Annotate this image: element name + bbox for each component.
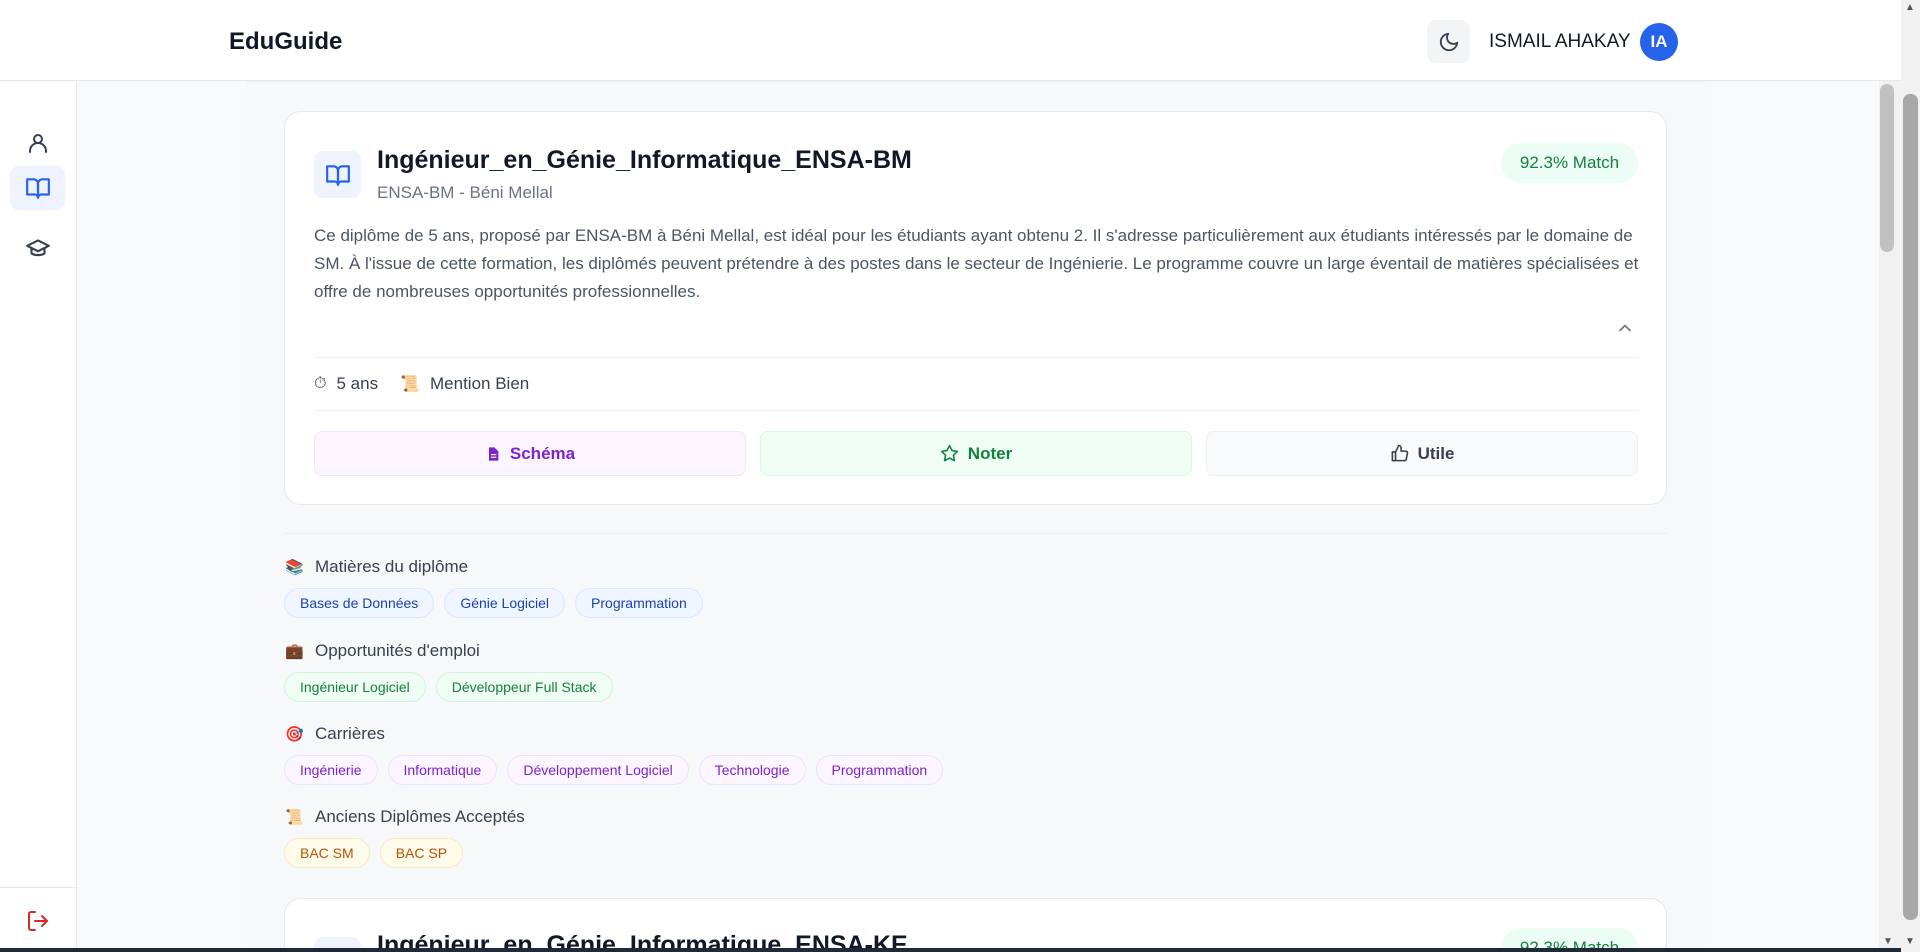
books-icon: 📚 xyxy=(285,559,304,576)
accepted-diploma-tag: BAC SM xyxy=(284,838,370,868)
target-icon: 🎯 xyxy=(285,726,304,743)
match-badge: 92.3% Match xyxy=(1501,143,1638,183)
panel-divider xyxy=(246,81,1705,82)
diploma-card: Ingénieur_en_Génie_Informatique_ENSA-BM … xyxy=(284,111,1667,505)
briefcase-icon: 💼 xyxy=(285,643,304,660)
diploma-school: ENSA-BM - Béni Mellal xyxy=(377,183,553,202)
scroll-down-arrow-icon[interactable]: ▼ xyxy=(1883,936,1893,947)
section-title-accepted-diplomas: 📜 Anciens Diplômes Acceptés xyxy=(285,807,525,826)
moon-icon xyxy=(1439,32,1458,51)
diploma-description: Ce diplôme de 5 ans, proposé par ENSA-BM… xyxy=(314,226,1639,301)
job-tag: Ingénieur Logiciel xyxy=(284,672,426,702)
avatar[interactable]: IA xyxy=(1640,23,1678,61)
file-icon xyxy=(488,446,499,461)
schema-label: Schéma xyxy=(509,443,576,463)
diploma-title: Ingénieur_en_Génie_Informatique_ENSA-BM xyxy=(377,146,912,174)
scroll-icon: 📜 xyxy=(400,376,420,393)
sidebar-item-education[interactable] xyxy=(10,226,65,270)
job-tag: Développeur Full Stack xyxy=(435,672,613,702)
page-scrollbar-thumb[interactable] xyxy=(1903,94,1918,920)
useful-button[interactable]: Utile xyxy=(1206,431,1638,476)
subject-tag: Programmation xyxy=(575,588,703,618)
content-scrollbar-thumb[interactable] xyxy=(1880,84,1894,252)
thumbs-up-icon xyxy=(1391,444,1408,462)
app-brand[interactable]: EduGuide xyxy=(229,28,342,56)
logout-icon xyxy=(27,911,48,931)
user-icon xyxy=(28,134,47,153)
chevron-up-icon xyxy=(1619,324,1631,332)
job-tags: Ingénieur Logiciel Développeur Full Stac… xyxy=(284,672,613,702)
career-tag: Ingénierie xyxy=(284,755,378,785)
diploma-meta: ⏱ 5 ans 📜 Mention Bien xyxy=(314,374,551,394)
diploma-card-next: Ingénieur_en_Génie_Informatique_ENSA-KE … xyxy=(284,898,1667,952)
divider xyxy=(314,410,1639,411)
book-open-icon xyxy=(25,178,50,199)
rate-button[interactable]: Noter xyxy=(760,431,1192,476)
subject-tag: Bases de Données xyxy=(284,588,435,618)
career-tag: Informatique xyxy=(387,755,498,785)
user-name[interactable]: ISMAIL AHAKAY xyxy=(1489,31,1631,53)
rate-label: Noter xyxy=(967,443,1013,463)
sidebar-divider xyxy=(0,887,77,888)
career-tag: Technologie xyxy=(698,755,806,785)
divider xyxy=(314,357,1639,358)
top-bar: EduGuide ISMAIL AHAKAY IA xyxy=(0,0,1901,81)
window-bottom-edge xyxy=(0,948,1901,952)
scroll-icon: 📜 xyxy=(285,809,304,826)
accepted-diploma-tag: BAC SP xyxy=(379,838,464,868)
sidebar-item-profile[interactable] xyxy=(10,121,65,165)
graduation-cap-icon xyxy=(25,239,50,257)
useful-label: Utile xyxy=(1417,443,1455,463)
section-title-careers: 🎯 Carrières xyxy=(285,724,385,743)
section-title-jobs: 💼 Opportunités d'emploi xyxy=(285,641,480,660)
book-open-icon xyxy=(325,164,350,186)
accepted-diploma-tags: BAC SM BAC SP xyxy=(284,838,464,868)
career-tag: Développement Logiciel xyxy=(507,755,689,785)
schema-button[interactable]: Schéma xyxy=(314,431,746,476)
scroll-up-arrow-icon[interactable]: ▲ xyxy=(1905,2,1915,13)
career-tag: Programmation xyxy=(815,755,944,785)
stopwatch-icon: ⏱ xyxy=(314,375,327,392)
diploma-icon-box xyxy=(314,151,361,198)
subject-tag: Génie Logiciel xyxy=(444,588,566,618)
duration: 5 ans xyxy=(336,374,379,393)
collapse-button[interactable] xyxy=(1615,318,1635,338)
logout-button[interactable] xyxy=(10,899,65,943)
star-icon xyxy=(940,444,959,462)
sidebar-item-diplomas[interactable] xyxy=(10,166,65,210)
subject-tags: Bases de Données Génie Logiciel Programm… xyxy=(284,588,703,618)
section-divider xyxy=(284,533,1667,534)
sidebar xyxy=(0,81,77,952)
scroll-down-arrow-icon[interactable]: ▼ xyxy=(1905,936,1915,947)
career-tags: Ingénierie Informatique Développement Lo… xyxy=(284,755,944,785)
section-title-subjects: 📚 Matières du diplôme xyxy=(285,557,469,576)
mention: Mention Bien xyxy=(430,374,530,393)
theme-toggle-button[interactable] xyxy=(1427,20,1470,63)
